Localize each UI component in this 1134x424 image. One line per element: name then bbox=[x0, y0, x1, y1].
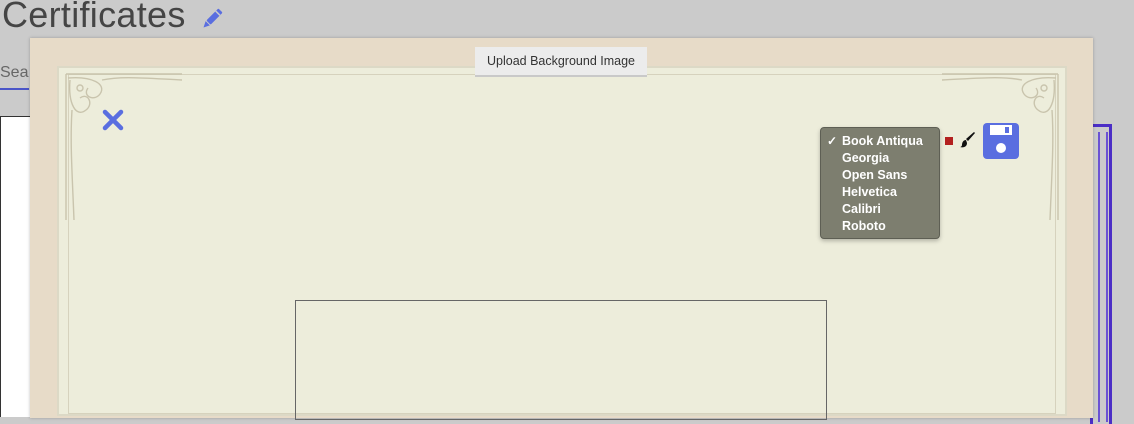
font-option-helvetica[interactable]: Helvetica bbox=[821, 184, 939, 201]
close-icon[interactable] bbox=[100, 107, 126, 133]
font-option-label: Open Sans bbox=[842, 168, 908, 182]
page-title: Certificates bbox=[2, 0, 186, 35]
font-option-label: Helvetica bbox=[842, 185, 897, 199]
upload-background-image-button[interactable]: Upload Background Image bbox=[475, 47, 647, 77]
font-option-roboto[interactable]: Roboto bbox=[821, 218, 939, 235]
font-option-book-antiqua[interactable]: ✓ Book Antiqua bbox=[821, 133, 939, 150]
font-option-calibri[interactable]: Calibri bbox=[821, 201, 939, 218]
font-option-label: Book Antiqua bbox=[842, 134, 923, 148]
edit-icon[interactable] bbox=[199, 6, 225, 32]
search-tab-underline bbox=[0, 88, 29, 90]
search-tab[interactable]: Sea bbox=[0, 64, 28, 82]
certificate-text-box[interactable] bbox=[295, 300, 827, 420]
selected-element-inner-outline bbox=[1098, 132, 1108, 422]
brush-icon[interactable] bbox=[960, 131, 976, 149]
font-option-open-sans[interactable]: Open Sans bbox=[821, 167, 939, 184]
font-option-label: Roboto bbox=[842, 219, 886, 233]
selected-checkmark-icon: ✓ bbox=[827, 134, 838, 148]
font-family-dropdown[interactable]: ✓ Book Antiqua Georgia Open Sans Helveti… bbox=[820, 127, 940, 239]
font-option-label: Calibri bbox=[842, 202, 881, 216]
font-option-label: Georgia bbox=[842, 151, 890, 165]
save-icon[interactable] bbox=[982, 122, 1020, 160]
text-color-swatch[interactable] bbox=[945, 137, 953, 145]
corner-ornament-top-left bbox=[65, 73, 183, 221]
font-option-georgia[interactable]: Georgia bbox=[821, 150, 939, 167]
